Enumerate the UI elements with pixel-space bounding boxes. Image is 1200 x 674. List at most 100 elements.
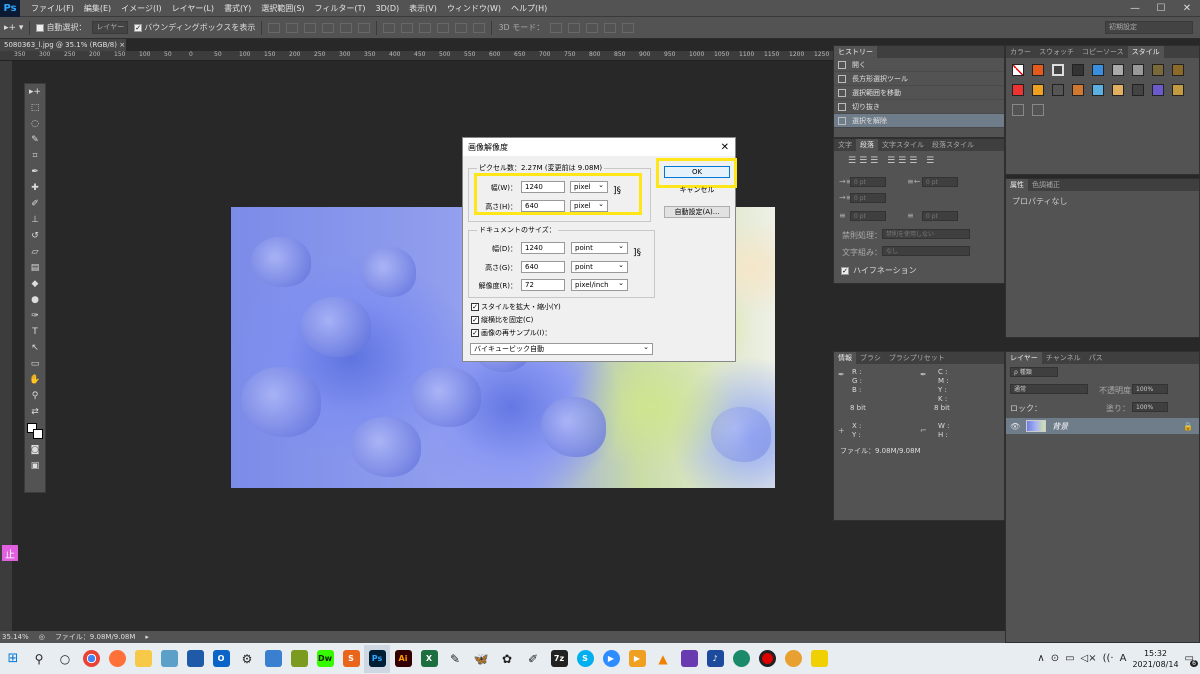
style-swatch[interactable] [1012,64,1024,76]
ime-indicator[interactable]: A [1120,653,1127,664]
minimize-icon[interactable]: — [1122,0,1148,17]
bbox-checkbox[interactable]: ✓ バウンディングボックスを表示 [134,22,255,33]
style-swatch[interactable] [1172,64,1184,76]
align-middle-icon[interactable] [286,22,299,33]
distribute-icon[interactable] [455,22,468,33]
quick-select-icon[interactable]: ✎ [25,132,45,148]
3d-rotate-icon[interactable] [550,22,563,33]
marquee-tool-icon[interactable]: ⬚ [25,100,45,116]
style-swatch[interactable] [1132,84,1144,96]
app-icon[interactable] [676,645,702,673]
share-icon[interactable]: ◎ [39,633,45,641]
app-icon[interactable] [728,645,754,673]
align-left-icon[interactable] [322,22,335,33]
layer-row-background[interactable]: 👁 背景 🔒 [1006,418,1199,434]
tab-layers[interactable]: レイヤー [1006,352,1042,364]
swap-colors-icon[interactable]: ⇄ [25,404,45,420]
app-icon[interactable] [156,645,182,673]
close-tab-icon[interactable]: × [119,41,125,49]
resample-method-select[interactable]: バイキュービック自動 [470,342,653,355]
history-item[interactable]: 選択範囲を移動 [834,86,1004,100]
tab-brush[interactable]: ブラシ [856,352,885,364]
stamp-tool-icon[interactable]: ⊥ [25,212,45,228]
eraser-icon[interactable]: ▱ [25,244,45,260]
menu-window[interactable]: ウィンドウ(W) [442,3,506,14]
dialog-close-icon[interactable]: ✕ [721,142,729,153]
hand-tool-icon[interactable]: ✋ [25,372,45,388]
space-after-field[interactable]: 0 pt [922,211,958,221]
crop-tool-icon[interactable]: ⌗ [25,148,45,164]
photos-icon[interactable] [182,645,208,673]
settings-icon[interactable]: ⚙ [234,645,260,673]
tab-properties[interactable]: 属性 [1006,179,1028,191]
tab-channels[interactable]: チャンネル [1042,352,1085,364]
vlc-icon[interactable]: ▲ [650,645,676,673]
app-icon[interactable] [286,645,312,673]
app-icon[interactable]: ✿ [494,645,520,673]
app-icon[interactable] [806,645,832,673]
app-icon[interactable]: ▶ [624,645,650,673]
style-swatch[interactable] [1152,84,1164,96]
app-icon[interactable]: ♪ [702,645,728,673]
close-icon[interactable]: ✕ [1174,0,1200,17]
menu-view[interactable]: 表示(V) [404,3,442,14]
style-swatch[interactable] [1012,104,1024,116]
menu-layer[interactable]: レイヤー(L) [167,3,219,14]
mojikumi-select[interactable]: なし [882,246,970,256]
explorer-icon[interactable] [130,645,156,673]
style-swatch[interactable] [1032,104,1044,116]
app-icon[interactable] [780,645,806,673]
kinsoku-select[interactable]: 禁則を使用しない [882,229,970,239]
healing-brush-icon[interactable]: ✚ [25,180,45,196]
menu-3d[interactable]: 3D(D) [371,4,405,13]
hyphenation-checkbox[interactable]: ✓ ハイフネーション [841,265,917,276]
move-tool-icon[interactable]: ▸+ ▾ [4,23,23,33]
zoom-level[interactable]: 35.14% [2,633,29,641]
history-item[interactable]: 切り抜き [834,100,1004,114]
clock[interactable]: 15:32 2021/08/14 [1132,648,1178,670]
distribute-icon[interactable] [383,22,396,33]
align-bottom-icon[interactable] [304,22,317,33]
tab-adjustments[interactable]: 色調補正 [1028,179,1064,191]
app-icon[interactable]: S [338,645,364,673]
excel-icon[interactable]: X [416,645,442,673]
tab-para-style[interactable]: 段落スタイル [928,139,978,151]
style-swatch[interactable] [1072,64,1084,76]
style-swatch[interactable] [1112,84,1124,96]
zoom-tool-icon[interactable]: ⚲ [25,388,45,404]
move-tool-icon[interactable]: ▸+ [25,84,45,100]
type-tool-icon[interactable]: T [25,324,45,340]
app-icon[interactable] [260,645,286,673]
tray-app-icon[interactable]: ⊙ [1051,653,1059,664]
brush-tool-icon[interactable]: ✐ [25,196,45,212]
style-swatch[interactable] [1032,84,1044,96]
style-swatch[interactable] [1072,84,1084,96]
gradient-icon[interactable]: ▤ [25,260,45,276]
resample-checkbox[interactable]: ✓ 画像の再サンプル(I)： [471,328,551,338]
space-before-field[interactable]: 0 pt [850,211,886,221]
scale-styles-checkbox[interactable]: ✓ スタイルを拡大・縮小(Y) [471,302,561,312]
battery-icon[interactable]: ▭ [1065,653,1074,664]
doc-height-input[interactable]: 640 [521,261,565,273]
style-swatch[interactable] [1032,64,1044,76]
distribute-icon[interactable] [473,22,486,33]
resolution-input[interactable]: 72 [521,279,565,291]
cancel-button[interactable]: キャンセル [664,185,730,197]
zoom-icon[interactable]: ▶ [598,645,624,673]
indent-left-field[interactable]: 0 pt [850,177,886,187]
doc-width-input[interactable]: 1240 [521,242,565,254]
dreamweaver-icon[interactable]: Dw [312,645,338,673]
tab-info[interactable]: 情報 [834,352,856,364]
layer-name[interactable]: 背景 [1052,421,1068,432]
search-icon[interactable]: ⚲ [26,645,52,673]
auto-button[interactable]: 自動設定(A)... [664,206,730,218]
style-swatch[interactable] [1172,84,1184,96]
align-top-icon[interactable] [268,22,281,33]
volume-icon[interactable]: ◁× [1081,653,1097,664]
tab-styles[interactable]: スタイル [1127,46,1164,58]
style-swatch[interactable] [1092,64,1104,76]
align-center-icon[interactable] [340,22,353,33]
screen-mode-icon[interactable]: ▣ [25,458,45,474]
fill-field[interactable]: 100% [1132,402,1168,412]
tab-history[interactable]: ヒストリー [834,46,877,58]
